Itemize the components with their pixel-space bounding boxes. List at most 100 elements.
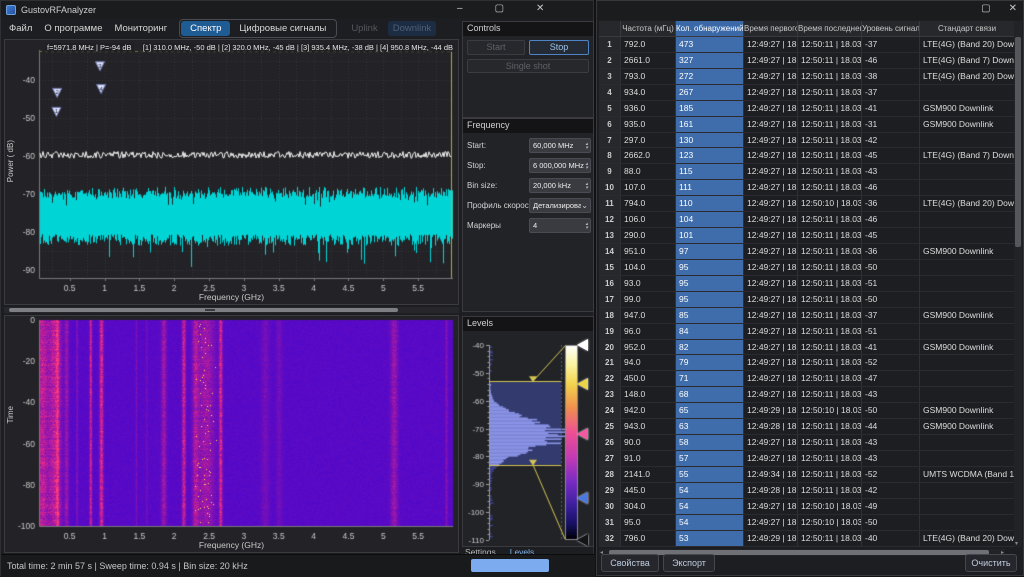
level-handle-black[interactable] [577,534,588,546]
table-row[interactable]: 2194.07912:49:27 | 18.0312:50:11 | 18.03… [599,355,1015,371]
export-button[interactable]: Экспорт [663,554,715,572]
header-first-time[interactable]: Время первого [744,21,798,37]
menu-item-monitoring[interactable]: Мониторинг [114,23,167,34]
cursor-readout: f=5971.8 MHz | P=-94 dB [45,43,134,52]
spinner-buttons-icon[interactable]: ▴▾ [585,162,590,170]
levels-group: Levels [462,316,594,547]
tab-digital-signals[interactable]: Цифровые сигналы [230,21,335,36]
table-row[interactable]: 18947.08512:49:27 | 18.0312:50:11 | 18.0… [599,308,1015,324]
spectrum-x-axis-label: Frequency (GHz) [5,292,458,302]
detections-table-window: ▢ ✕ Частота (мГц) Кол. обнаружений ↓ Вре… [596,0,1024,576]
row-number-header [599,21,621,37]
table-row[interactable]: 82662.012312:49:27 | 18.0312:50:11 | 18.… [599,148,1015,164]
table-row[interactable]: 3195.05412:49:27 | 18.0312:50:10 | 18.03… [599,515,1015,531]
table-row[interactable]: 1792.047312:49:27 | 18.0312:50:11 | 18.0… [599,37,1015,53]
table-row[interactable]: 4934.026712:49:27 | 18.0312:50:11 | 18.0… [599,85,1015,101]
menu-item-file[interactable]: Файл [9,23,32,34]
clear-button[interactable]: Очистить [965,554,1017,572]
table-close-button[interactable]: ✕ [1009,3,1017,14]
menu-item-about[interactable]: О программе [44,23,102,34]
table-row[interactable]: 12106.010412:49:27 | 18.0312:50:11 | 18.… [599,212,1015,228]
spectrum-scrollbar-thumb[interactable] [9,308,398,312]
markers-count-label: Маркеры [467,221,501,230]
table-row[interactable]: 282141.05512:49:34 | 18.0312:50:11 | 18.… [599,467,1015,483]
minimize-button[interactable]: – [453,2,467,15]
waterfall-plot[interactable] [5,316,458,552]
main-window: GustovRFAnalyzer – ▢ ✕ Файл О программе … [0,0,594,576]
frequency-header: Frequency [463,119,593,133]
properties-button[interactable]: Свойства [601,554,659,572]
table-row[interactable]: 20952.08212:49:27 | 18.0312:50:11 | 18.0… [599,340,1015,356]
speed-profile-select[interactable]: Детализированный ⌄ [529,198,591,213]
table-row[interactable]: 1799.09512:49:27 | 18.0312:50:11 | 18.03… [599,292,1015,308]
table-header-row: Частота (мГц) Кол. обнаружений ↓ Время п… [599,21,1015,37]
spectrum-panel: f=5971.8 MHz | P=-94 dB [1] 310.0 MHz, -… [4,39,459,305]
levels-histogram[interactable] [463,331,593,546]
table-row[interactable]: 22661.032712:49:27 | 18.0312:50:11 | 18.… [599,53,1015,69]
table-row[interactable]: 2690.05812:49:27 | 18.0312:50:11 | 18.03… [599,435,1015,451]
start-frequency-input[interactable]: 60,000 MHz ▴▾ [529,138,591,153]
table-row[interactable]: 1996.08412:49:27 | 18.0312:50:11 | 18.03… [599,324,1015,340]
maximize-button[interactable]: ▢ [491,2,508,15]
level-handle-yellow[interactable] [577,378,588,390]
close-button[interactable]: ✕ [532,2,548,15]
header-signal-level[interactable]: Уровень сигнала [862,21,920,37]
level-handle-pink[interactable] [577,428,588,440]
spectrum-plot[interactable] [5,40,458,304]
chevron-down-icon: ⌄ [581,201,590,210]
bin-size-input[interactable]: 20,000 kHz ▴▾ [529,178,591,193]
table-row[interactable]: 29445.05412:49:28 | 18.0312:50:11 | 18.0… [599,483,1015,499]
tab-downlink[interactable]: Downlink [388,21,437,36]
app-icon [6,5,16,15]
tab-uplink[interactable]: Uplink [351,23,377,34]
spinner-buttons-icon[interactable]: ▴▾ [585,222,590,230]
table-row[interactable]: 1693.09512:49:27 | 18.0312:50:11 | 18.03… [599,276,1015,292]
header-last-time[interactable]: Время последнего [798,21,862,37]
table-row[interactable]: 2791.05712:49:27 | 18.0312:50:11 | 18.03… [599,451,1015,467]
start-frequency-label: Start: [467,141,486,150]
table-row[interactable]: 7297.013012:49:27 | 18.0312:50:11 | 18.0… [599,133,1015,149]
header-detections-count[interactable]: Кол. обнаружений ↓ [676,21,744,37]
table-row[interactable]: 988.011512:49:27 | 18.0312:50:11 | 18.03… [599,164,1015,180]
start-button[interactable]: Start [467,40,525,55]
status-text: Total time: 2 min 57 s | Sweep time: 0.9… [7,561,248,571]
stop-frequency-input[interactable]: 6 000,000 MHz ▴▾ [529,158,591,173]
table-row[interactable]: 15104.09512:49:27 | 18.0312:50:11 | 18.0… [599,260,1015,276]
levels-header: Levels [463,317,593,331]
table-row[interactable]: 3793.027212:49:27 | 18.0312:50:11 | 18.0… [599,69,1015,85]
table-row[interactable]: 10107.011112:49:27 | 18.0312:50:11 | 18.… [599,180,1015,196]
table-row[interactable]: 23148.06812:49:27 | 18.0312:50:11 | 18.0… [599,387,1015,403]
table-row[interactable]: 22450.07112:49:27 | 18.0312:50:11 | 18.0… [599,371,1015,387]
bin-size-label: Bin size: [467,181,497,190]
stop-frequency-label: Stop: [467,161,486,170]
table-v-scrollbar[interactable]: ▾ [1014,21,1022,547]
table-maximize-button[interactable]: ▢ [981,3,990,14]
table-h-scrollbar[interactable]: ◂ ▸ [599,549,1005,556]
table-body: 1792.047312:49:27 | 18.0312:50:11 | 18.0… [599,37,1015,547]
level-handle-white[interactable] [577,339,588,351]
table-v-scrollbar-thumb[interactable] [1015,37,1021,247]
header-standard[interactable]: Стандарт связи [920,21,1015,37]
table-row[interactable]: 32796.05312:49:29 | 18.0312:50:11 | 18.0… [599,531,1015,547]
speed-profile-label: Профиль скорости [467,201,537,210]
stop-button[interactable]: Stop [529,40,589,55]
table-row[interactable]: 25943.06312:49:28 | 18.0312:50:11 | 18.0… [599,419,1015,435]
single-shot-button[interactable]: Single shot [467,59,589,73]
header-frequency[interactable]: Частота (мГц) [621,21,676,37]
spinner-buttons-icon[interactable]: ▴▾ [585,182,590,190]
table-row[interactable]: 5936.018512:49:27 | 18.0312:50:11 | 18.0… [599,101,1015,117]
table-row[interactable]: 13290.010112:49:27 | 18.0312:50:11 | 18.… [599,228,1015,244]
frequency-group: Frequency Start: 60,000 MHz ▴▾ Stop: 6 0… [462,118,594,312]
waterfall-x-axis-label: Frequency (GHz) [5,540,458,550]
window-title: GustovRFAnalyzer [21,5,96,15]
table-row[interactable]: 6935.016112:49:27 | 18.0312:50:11 | 18.0… [599,117,1015,133]
tab-spectrum[interactable]: Спектр [181,21,230,36]
table-row[interactable]: 30304.05412:49:27 | 18.0312:50:10 | 18.0… [599,499,1015,515]
table-row[interactable]: 11794.011012:49:27 | 18.0312:50:10 | 18.… [599,196,1015,212]
table-row[interactable]: 24942.06512:49:29 | 18.0312:50:10 | 18.0… [599,403,1015,419]
level-handle-blue[interactable] [577,492,588,504]
markers-count-input[interactable]: 4 ▴▾ [529,218,591,233]
spinner-buttons-icon[interactable]: ▴▾ [585,142,590,150]
spectrum-scrollbar[interactable] [4,307,459,313]
table-row[interactable]: 14951.09712:49:27 | 18.0312:50:11 | 18.0… [599,244,1015,260]
